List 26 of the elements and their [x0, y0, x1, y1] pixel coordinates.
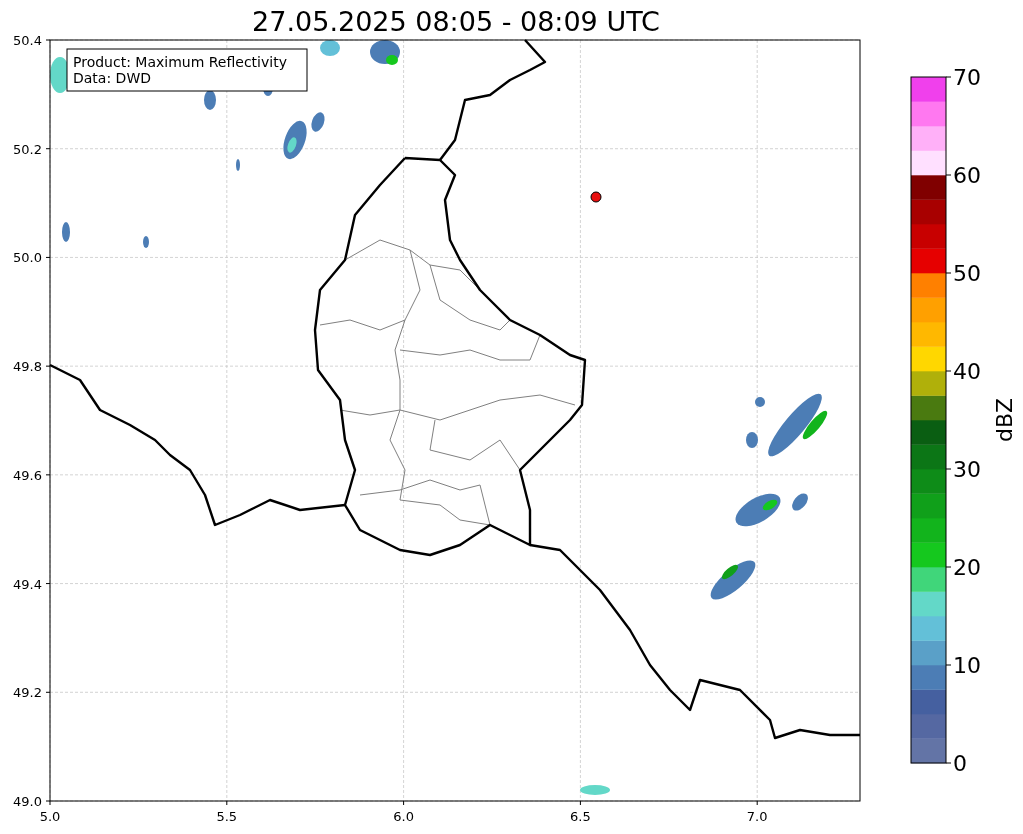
y-tick-label: 50.4	[13, 33, 42, 48]
y-tick-label: 49.6	[13, 467, 42, 483]
y-tick-label: 49.0	[13, 794, 42, 809]
y-tick-label: 49.8	[13, 359, 42, 375]
chart-title: 27.05.2025 08:05 - 08:09 UTC	[252, 6, 660, 37]
colorbar-tick-label: 30	[953, 457, 981, 482]
y-tick-label: 50.0	[13, 250, 42, 266]
colorbar-tick-label: 50	[953, 261, 981, 286]
info-text: Product: Maximum Reflectivity	[73, 54, 287, 70]
info-text: Data: DWD	[73, 70, 151, 86]
colorbar-tick-label: 0	[953, 751, 967, 776]
x-tick-label: 5.0	[39, 809, 61, 824]
x-tick-label: 5.5	[216, 809, 238, 824]
colorbar-tick-label: 70	[953, 65, 981, 90]
colorbar-label: dBZ	[992, 397, 1017, 443]
colorbar-tick-label: 20	[953, 555, 981, 580]
y-tick-label: 49.2	[13, 685, 42, 701]
colorbar-tick-label: 60	[953, 163, 981, 188]
x-tick-label: 7.0	[746, 809, 768, 824]
colorbar-tick-label: 40	[953, 359, 981, 384]
y-tick-label: 49.4	[13, 576, 42, 592]
location-marker-icon	[590, 191, 602, 203]
y-tick-label: 50.2	[13, 141, 42, 157]
x-tick-label: 6.5	[570, 809, 591, 824]
colorbar-tick-label: 10	[953, 653, 981, 678]
x-tick-label: 6.0	[393, 809, 414, 824]
